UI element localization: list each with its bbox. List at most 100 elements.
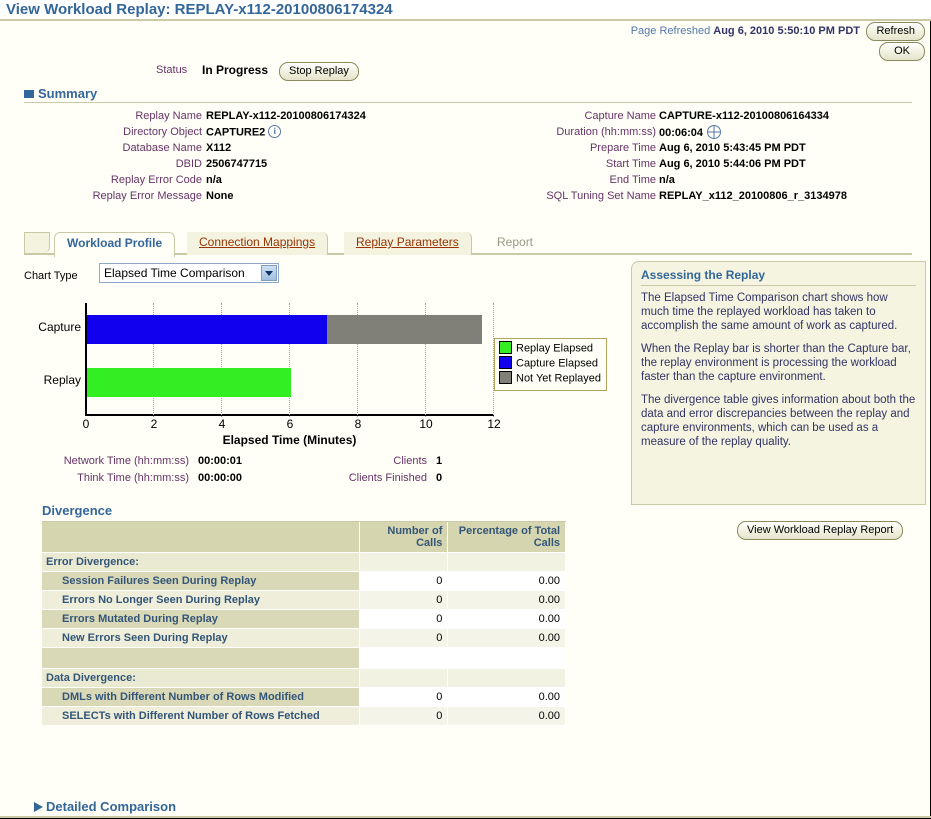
info-icon[interactable]: i [268, 125, 281, 138]
field-value: CAPTURE2i [206, 126, 281, 139]
summary-field-row: Start Time Aug 6, 2010 5:44:06 PM PDT [440, 158, 931, 174]
info-panel-paragraph: When the Replay bar is shorter than the … [641, 342, 916, 384]
field-label: Replay Error Code [111, 174, 202, 186]
legend-swatch-not-yet-replayed [499, 371, 512, 384]
field-label: Directory Object [123, 126, 202, 138]
table-row-spacer [42, 648, 566, 669]
summary-field-row: Database Name X112 [0, 142, 440, 158]
clients-finished-value: 0 [436, 472, 442, 484]
row-label[interactable]: Session Failures Seen During Replay [42, 572, 359, 591]
tab-workload-profile[interactable]: Workload Profile [54, 232, 175, 257]
row-calls: 0 [359, 629, 448, 648]
info-panel-title: Assessing the Replay [641, 268, 916, 286]
ok-button[interactable]: OK [879, 42, 925, 61]
summary-field-row: DBID 2506747715 [0, 158, 440, 174]
row-label: Data Divergence: [42, 669, 359, 688]
legend-label: Not Yet Replayed [516, 372, 601, 384]
chevron-down-icon[interactable] [261, 265, 277, 281]
divergence-heading: Divergence [42, 503, 112, 518]
field-value: REPLAY-x112-20100806174324 [206, 110, 366, 122]
page-refreshed-label: Page Refreshed [631, 25, 711, 37]
field-value: REPLAY_x112_20100806_r_3134978 [659, 190, 847, 202]
tab-connection-mappings[interactable]: Connection Mappings [187, 232, 328, 255]
clients-label: Clients [280, 455, 427, 467]
row-label[interactable]: Errors Mutated During Replay [42, 610, 359, 629]
summary-field-row: Replay Error Message None [0, 190, 440, 206]
divergence-table: Number of Calls Percentage of Total Call… [42, 522, 566, 726]
legend-label: Capture Elapsed [516, 357, 598, 369]
row-label [42, 648, 359, 669]
summary-right-column: Capture Name CAPTURE-x112-20100806164334… [440, 110, 931, 206]
summary-heading-label: Summary [38, 86, 97, 101]
field-value: Aug 6, 2010 5:43:45 PM PDT [659, 142, 806, 154]
chart-xtick: 4 [219, 417, 226, 431]
row-pct [448, 669, 566, 688]
row-label[interactable]: New Errors Seen During Replay [42, 629, 359, 648]
chart-type-selected-value: Elapsed Time Comparison [104, 266, 245, 280]
chart-category-label-replay: Replay [24, 373, 81, 387]
row-label[interactable]: SELECTs with Different Number of Rows Fe… [42, 707, 359, 726]
field-value: None [206, 190, 234, 202]
row-calls: 0 [359, 591, 448, 610]
status-label: Status [156, 64, 187, 76]
row-pct: 0.00 [448, 629, 566, 648]
stop-replay-button[interactable]: Stop Replay [279, 62, 359, 81]
row-pct: 0.00 [448, 591, 566, 610]
row-pct: 0.00 [448, 610, 566, 629]
page-refreshed-value: Aug 6, 2010 5:50:10 PM PDT [713, 25, 860, 37]
summary-field-row: Prepare Time Aug 6, 2010 5:43:45 PM PDT [440, 142, 931, 158]
row-calls [359, 669, 448, 688]
refresh-button[interactable]: Refresh [866, 22, 925, 41]
view-workload-replay-report-button[interactable]: View Workload Replay Report [737, 521, 903, 540]
chart-type-select[interactable]: Elapsed Time Comparison [99, 263, 279, 283]
summary-field-row: Capture Name CAPTURE-x112-20100806164334 [440, 110, 931, 126]
field-value: CAPTURE-x112-20100806164334 [659, 110, 829, 122]
bar-not-yet-replayed [327, 315, 482, 344]
table-row: Data Divergence: [42, 669, 566, 688]
row-calls: 0 [359, 688, 448, 707]
row-label[interactable]: Errors No Longer Seen During Replay [42, 591, 359, 610]
field-value: 00:06:04 [659, 126, 721, 140]
field-label: Replay Name [135, 110, 202, 122]
row-pct: 0.00 [448, 688, 566, 707]
table-row: DMLs with Different Number of Rows Modif… [42, 688, 566, 707]
field-label: End Time [610, 174, 656, 186]
triangle-down-icon[interactable] [24, 90, 34, 98]
clients-value: 1 [436, 455, 442, 467]
row-label: Error Divergence: [42, 553, 359, 572]
summary-field-row: Directory Object CAPTURE2i [0, 126, 440, 142]
summary-field-row: Duration (hh:mm:ss) 00:06:04 [440, 126, 931, 142]
chart-legend: Replay Elapsed Capture Elapsed Not Yet R… [494, 338, 607, 391]
bar-replay-elapsed [87, 368, 291, 397]
info-panel-paragraph: The divergence table gives information a… [641, 393, 916, 449]
field-label: Capture Name [584, 110, 656, 122]
tab-strip: Workload Profile Connection Mappings Rep… [24, 230, 912, 255]
field-label: Start Time [606, 158, 656, 170]
row-pct [448, 553, 566, 572]
row-calls [359, 553, 448, 572]
table-header-row: Number of Calls Percentage of Total Call… [42, 522, 566, 553]
summary-left-column: Replay Name REPLAY-x112-20100806174324 D… [0, 110, 440, 206]
chart-category-label-capture: Capture [24, 320, 81, 334]
tab-replay-parameters[interactable]: Replay Parameters [344, 232, 472, 255]
info-panel-paragraph: The Elapsed Time Comparison chart shows … [641, 291, 916, 333]
row-label[interactable]: DMLs with Different Number of Rows Modif… [42, 688, 359, 707]
summary-field-row: SQL Tuning Set Name REPLAY_x112_20100806… [440, 190, 931, 206]
page-title: View Workload Replay: REPLAY-x112-201008… [6, 1, 393, 18]
summary-field-row: Replay Name REPLAY-x112-20100806174324 [0, 110, 440, 126]
table-row: Error Divergence: [42, 553, 566, 572]
triangle-right-icon[interactable] [34, 802, 43, 812]
summary-field-row: Replay Error Code n/a [0, 174, 440, 190]
chart-type-label: Chart Type [24, 270, 78, 282]
table-row: Errors No Longer Seen During Replay 0 0.… [42, 591, 566, 610]
summary-section-header[interactable]: Summary [24, 86, 97, 101]
row-calls [359, 648, 448, 669]
detailed-comparison-header[interactable]: Detailed Comparison [34, 799, 176, 814]
clock-icon[interactable] [707, 125, 721, 139]
detailed-comparison-label: Detailed Comparison [46, 799, 176, 814]
legend-item: Replay Elapsed [499, 342, 601, 357]
think-time-value: 00:00:00 [198, 472, 242, 484]
field-label: Duration (hh:mm:ss) [556, 126, 656, 138]
chart-xtick: 0 [83, 417, 90, 431]
field-label: Database Name [123, 142, 203, 154]
